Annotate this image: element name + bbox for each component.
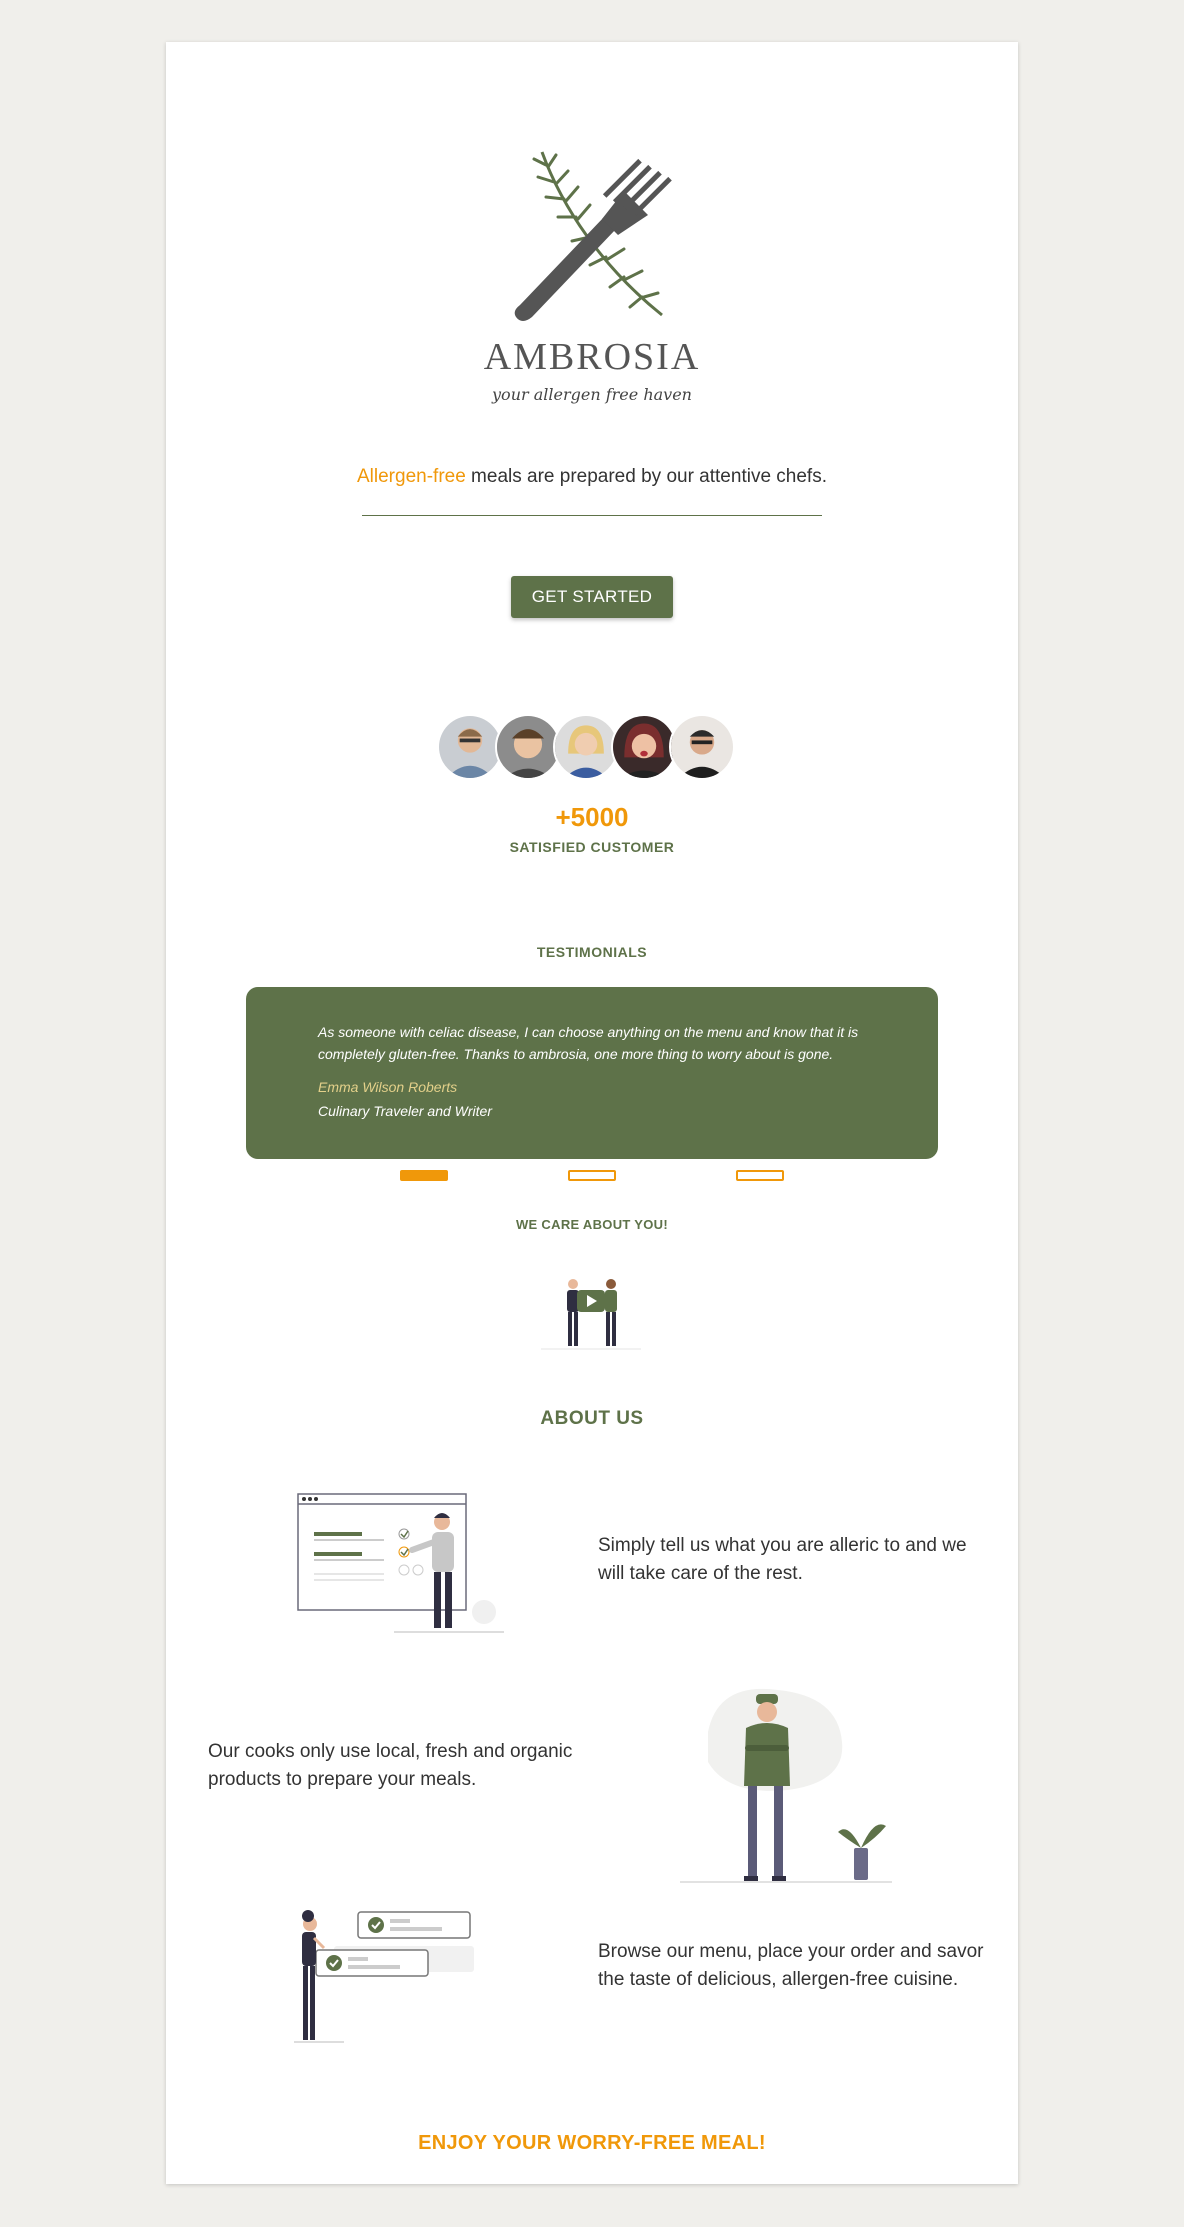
- customer-count: +5000: [555, 802, 629, 832]
- brand-tagline-script: your allergen free haven: [492, 385, 692, 404]
- about-title: ABOUT US: [540, 1408, 644, 1429]
- testimonial-quote: As someone with celiac disease, I can ch…: [318, 1024, 859, 1062]
- checklist-illustration-icon: [297, 1493, 504, 1633]
- feature-text-2: Our cooks only use local, fresh and orga…: [208, 1741, 573, 1790]
- testimonial-slide: As someone with celiac disease, I can ch…: [246, 987, 938, 1159]
- avatar: [611, 714, 677, 780]
- chef-illustration-icon: [680, 1688, 892, 1883]
- avatar: [437, 714, 503, 780]
- hero-tagline: Allergen-free meals are prepared by our …: [166, 466, 1018, 488]
- video-play-illustration-icon[interactable]: [541, 1272, 641, 1352]
- order-checklist-illustration-icon: [294, 1910, 474, 2043]
- customer-avatars: [437, 714, 737, 784]
- customer-count-label: SATISFIED CUSTOMER: [509, 839, 675, 855]
- carousel-dot-2[interactable]: [568, 1170, 616, 1181]
- email-card: AMBROSIA your allergen free haven Allerg…: [166, 42, 1018, 2184]
- fork-rosemary-logo-icon: [514, 151, 672, 321]
- care-title: WE CARE ABOUT YOU!: [515, 1217, 668, 1232]
- feature-text-1: Simply tell us what you are alleric to a…: [598, 1535, 967, 1584]
- hero-rest-text: meals are prepared by our attentive chef…: [465, 466, 827, 487]
- testimonial-role: Culinary Traveler and Writer: [318, 1103, 493, 1119]
- brand-name: AMBROSIA: [483, 336, 701, 378]
- hero-accent-text: Allergen-free: [357, 466, 466, 487]
- avatar: [669, 714, 735, 780]
- logo: AMBROSIA your allergen free haven: [166, 147, 1018, 467]
- avatar: [553, 714, 619, 780]
- avatar: [495, 714, 561, 780]
- testimonials-title: TESTIMONIALS: [536, 944, 648, 960]
- divider: [362, 515, 822, 516]
- testimonial-author: Emma Wilson Roberts: [318, 1079, 458, 1095]
- carousel-dot-1[interactable]: [400, 1170, 448, 1181]
- get-started-button[interactable]: GET STARTED: [511, 576, 673, 618]
- feature-text-3: Browse our menu, place your order and sa…: [598, 1941, 984, 1990]
- carousel-dot-3[interactable]: [736, 1170, 784, 1181]
- footer-cta: ENJOY YOUR WORRY-FREE MEAL!: [418, 2132, 766, 2154]
